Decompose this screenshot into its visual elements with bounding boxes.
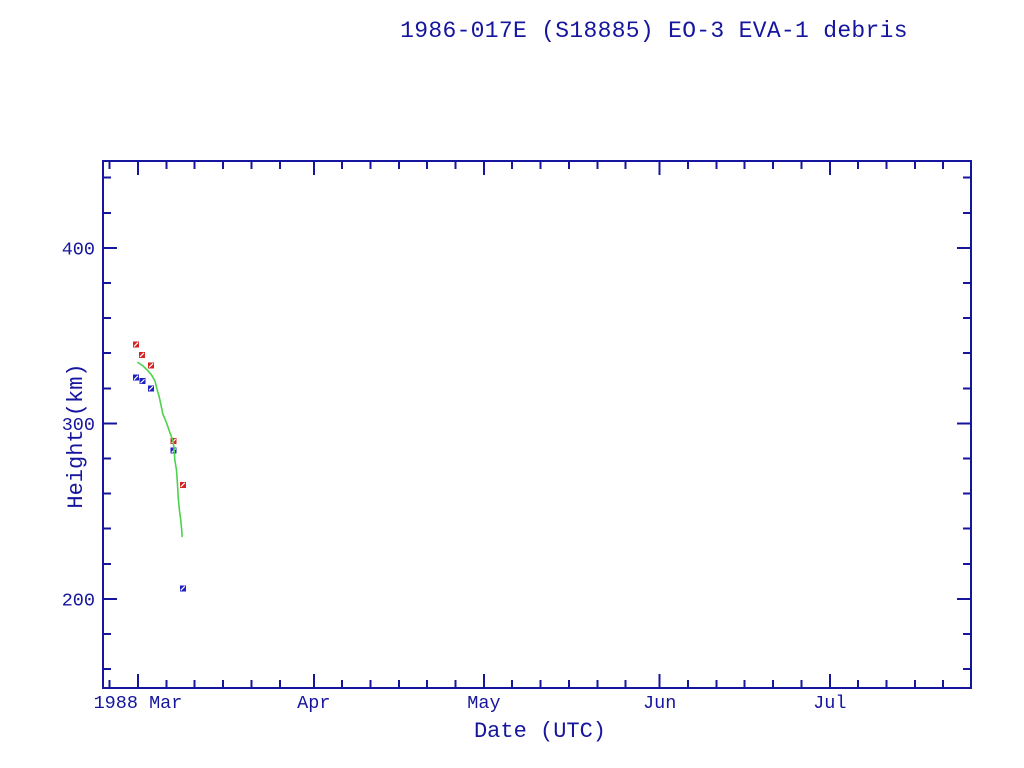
y-tick-label: 200 <box>62 590 95 611</box>
y-tick-label: 400 <box>62 239 95 260</box>
plot-area: 1988 Mar Apr May Jun Jul 200 300 400 <box>0 0 1024 768</box>
x-tick-label: May <box>467 693 500 714</box>
plot-border <box>103 161 971 688</box>
y-tick-label: 300 <box>62 415 95 436</box>
x-tick-label: Jul <box>813 693 846 714</box>
x-tick-label: 1988 Mar <box>94 693 183 714</box>
chart-canvas: 1986-017E (S18885) EO-3 EVA-1 debris Hei… <box>0 0 1024 768</box>
x-tick-label: Jun <box>643 693 676 714</box>
x-tick-label: Apr <box>297 693 330 714</box>
